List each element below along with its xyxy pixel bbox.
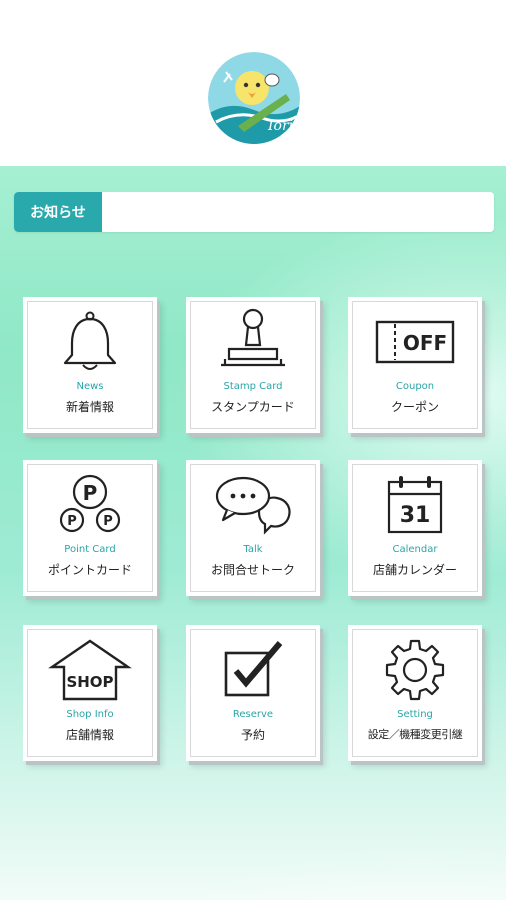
menu-stamp-card-ja: スタンプカード (211, 400, 295, 414)
menu-coupon-ja: クーポン (390, 400, 439, 414)
menu-calendar-ja: 店舗カレンダー (372, 563, 457, 577)
menu-shop-info-ja: 店舗情報 (65, 728, 114, 742)
menu-shop-info-button[interactable]: SHOP Shop Info 店舗情報 (23, 625, 157, 761)
menu-point-card-ja: ポイントカード (47, 563, 132, 577)
shop-label-text: SHOP (66, 673, 113, 691)
checkbox-icon (186, 633, 320, 707)
menu-shop-info-en: Shop Info (66, 709, 114, 720)
stamp-icon (186, 305, 320, 379)
menu-reserve-ja: 予約 (240, 728, 265, 742)
menu-talk-button[interactable]: Talk お問合せトーク (186, 460, 320, 596)
menu-news-button[interactable]: News 新着情報 (23, 297, 157, 433)
point-small-text: P (67, 514, 77, 529)
header: Iori (0, 0, 506, 166)
menu-coupon-button[interactable]: OFF Coupon クーポン (348, 297, 482, 433)
point-big-text: P (83, 481, 98, 505)
calendar-day-text: 31 (400, 503, 431, 528)
duck-logo-icon: Iori (208, 52, 300, 144)
menu-point-card-en: Point Card (64, 544, 116, 555)
point-small-text: P (103, 514, 113, 529)
menu-stamp-card-button[interactable]: Stamp Card スタンプカード (186, 297, 320, 433)
coupon-off-text: OFF (403, 331, 447, 355)
menu-reserve-button[interactable]: Reserve 予約 (186, 625, 320, 761)
menu-news-en: News (76, 381, 104, 392)
menu-calendar-button[interactable]: 31 Calendar 店舗カレンダー (348, 460, 482, 596)
point-card-icon: P P P (23, 468, 157, 542)
gear-icon (348, 633, 482, 707)
coupon-icon: OFF (348, 305, 482, 379)
menu-reserve-en: Reserve (232, 709, 274, 720)
notice-text (112, 192, 484, 232)
chat-bubbles-icon (186, 468, 320, 542)
notice-label: お知らせ (14, 192, 102, 232)
menu-point-card-button[interactable]: P P P Point Card ポイントカード (23, 460, 157, 596)
menu-news-ja: 新着情報 (65, 400, 114, 414)
shop-icon: SHOP (23, 633, 157, 707)
menu-talk-ja: お問合せトーク (210, 563, 295, 577)
menu-setting-ja: 設定／機種変更引継 (367, 728, 463, 741)
shop-logo[interactable]: Iori (208, 52, 300, 144)
menu-stamp-card-en: Stamp Card (223, 381, 283, 392)
menu-talk-en: Talk (243, 544, 263, 555)
menu-coupon-en: Coupon (395, 381, 435, 392)
notice-bar[interactable]: お知らせ (14, 192, 494, 232)
menu-setting-button[interactable]: Setting 設定／機種変更引継 (348, 625, 482, 761)
menu-setting-en: Setting (397, 709, 433, 720)
bell-icon (23, 305, 157, 379)
menu-calendar-en: Calendar (392, 544, 438, 555)
calendar-icon: 31 (348, 468, 482, 542)
logo-text: Iori (267, 118, 293, 134)
